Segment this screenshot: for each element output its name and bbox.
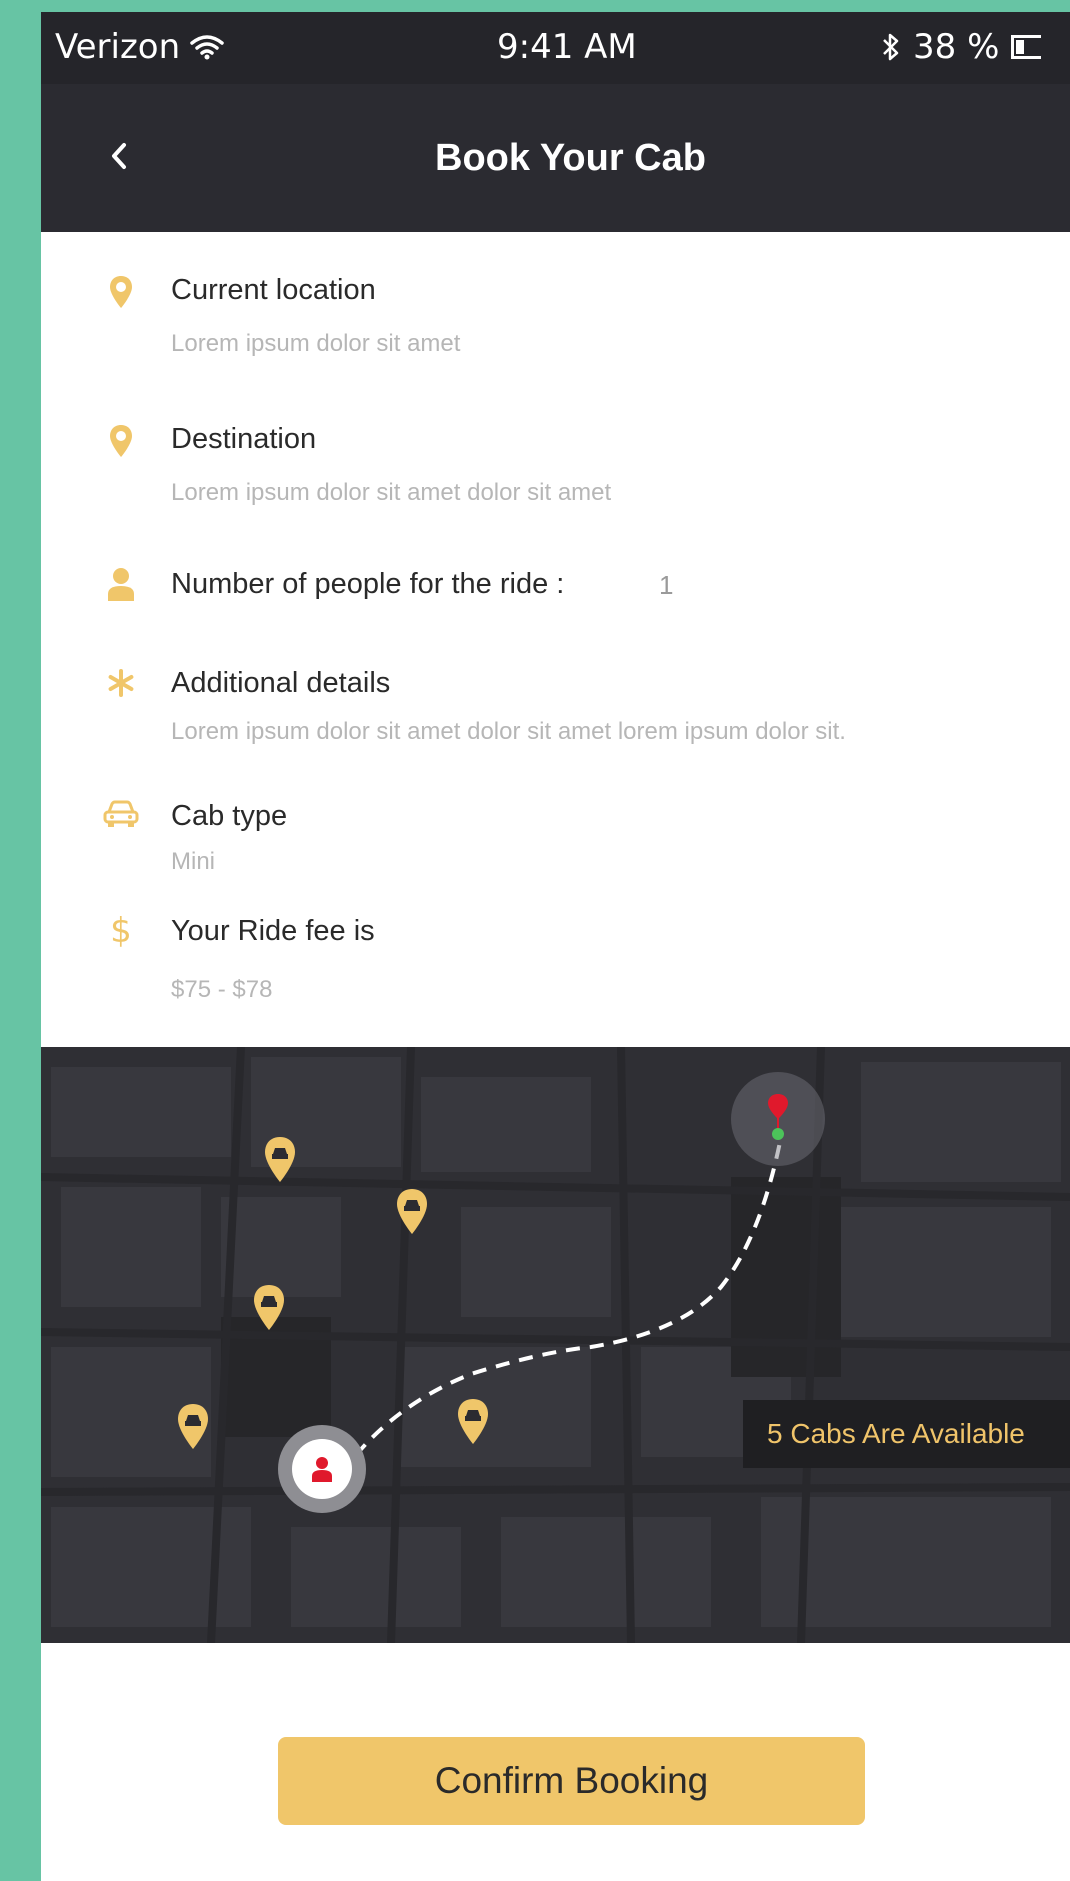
battery-percentage: 38 % bbox=[913, 27, 1000, 67]
booking-details: Current location Lorem ipsum dolor sit a… bbox=[41, 232, 1070, 1047]
back-button[interactable] bbox=[99, 136, 139, 176]
cab-type-value: Mini bbox=[171, 848, 216, 875]
people-label: Number of people for the ride : bbox=[171, 568, 565, 600]
carrier-name: Verizon bbox=[55, 27, 181, 67]
destination-marker[interactable] bbox=[731, 1072, 825, 1166]
user-location-marker[interactable] bbox=[278, 1425, 366, 1513]
cab-marker-icon[interactable] bbox=[262, 1135, 298, 1185]
bluetooth-icon bbox=[883, 33, 899, 61]
cab-type-label: Cab type bbox=[171, 800, 288, 832]
additional-details-value: Lorem ipsum dolor sit amet dolor sit ame… bbox=[171, 718, 846, 745]
phone-screen: Verizon 9:41 AM 38 % Book Your Cab Curre… bbox=[41, 12, 1070, 1881]
ride-fee-value: $75 - $78 bbox=[171, 976, 273, 1003]
additional-details-label: Additional details bbox=[171, 667, 391, 699]
confirm-booking-button[interactable]: Confirm Booking bbox=[278, 1737, 865, 1825]
dollar-icon: $ bbox=[110, 911, 132, 951]
cab-marker-icon[interactable] bbox=[175, 1402, 211, 1452]
asterisk-icon bbox=[103, 663, 139, 703]
current-location-value: Lorem ipsum dolor sit amet bbox=[171, 330, 461, 357]
car-icon bbox=[103, 794, 139, 834]
cabs-available-badge: 5 Cabs Are Available bbox=[743, 1400, 1070, 1468]
ride-fee-label: Your Ride fee is bbox=[171, 915, 375, 947]
map-view[interactable]: 5 Cabs Are Available bbox=[41, 1047, 1070, 1643]
battery-icon bbox=[1011, 35, 1042, 59]
status-bar: Verizon 9:41 AM 38 % bbox=[41, 12, 1070, 84]
person-icon bbox=[103, 564, 139, 604]
status-right-group: 38 % bbox=[881, 27, 1042, 67]
location-pin-icon bbox=[103, 272, 139, 312]
cab-marker-icon[interactable] bbox=[394, 1187, 430, 1237]
wifi-icon bbox=[190, 35, 224, 60]
cab-marker-icon[interactable] bbox=[455, 1397, 491, 1447]
person-icon bbox=[312, 1457, 332, 1482]
destination-pin-icon bbox=[768, 1094, 788, 1140]
location-pin-icon bbox=[103, 421, 139, 461]
page-title: Book Your Cab bbox=[435, 136, 706, 179]
destination-label: Destination bbox=[171, 423, 317, 455]
carrier-group: Verizon bbox=[55, 27, 224, 67]
current-location-label: Current location bbox=[171, 274, 376, 306]
cab-marker-icon[interactable] bbox=[251, 1283, 287, 1333]
map-streets bbox=[41, 1047, 1070, 1643]
bottom-action-area: Confirm Booking bbox=[41, 1643, 1070, 1881]
app-header: Book Your Cab bbox=[41, 84, 1070, 232]
people-count: 1 bbox=[659, 570, 674, 600]
destination-value: Lorem ipsum dolor sit amet dolor sit ame… bbox=[171, 479, 612, 506]
status-time: 9:41 AM bbox=[497, 27, 637, 67]
chevron-left-icon bbox=[112, 143, 126, 169]
user-marker-inner bbox=[292, 1439, 352, 1499]
